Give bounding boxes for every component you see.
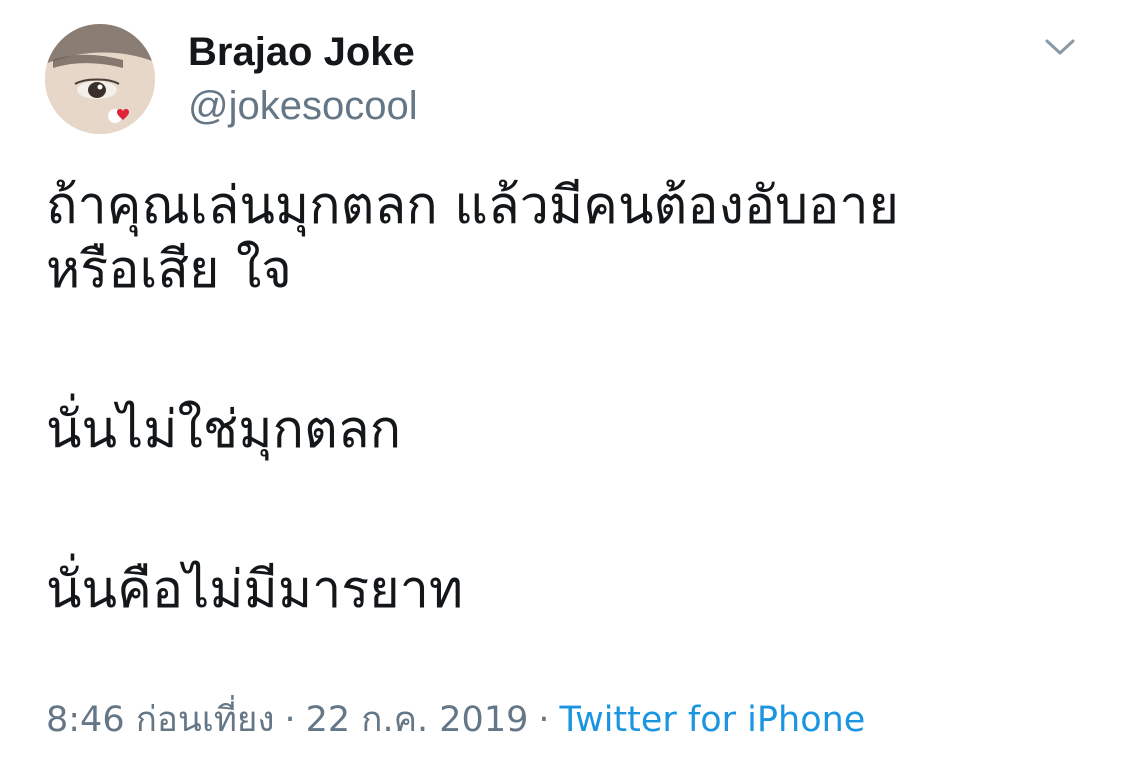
tweet-date[interactable]: 22 ก.ค. 2019 [306,700,529,740]
tweet-menu-button[interactable] [1040,30,1080,64]
meta-separator: · [284,700,296,740]
tweet-time[interactable]: 8:46 ก่อนเที่ยง [46,700,275,740]
tweet-source-link[interactable]: Twitter for iPhone [560,700,866,740]
tweet-line: หรือเสีย ใจ [46,240,292,300]
tweet-text: ถ้าคุณเล่นมุกตลก แล้วมีคนต้องอับอาย หรือ… [46,174,1086,622]
avatar-image [45,24,155,134]
chevron-down-icon [1045,39,1075,55]
meta-separator: · [538,700,550,740]
author-handle[interactable]: @jokesocool [188,80,418,132]
tweet-metadata: 8:46 ก่อนเที่ยง · 22 ก.ค. 2019 · Twitter for… [46,696,865,744]
tweet-line: นั่นไม่ใช่มุกตลก [46,400,402,460]
avatar[interactable] [45,24,155,134]
tweet-line: ถ้าคุณเล่นมุกตลก แล้วมีคนต้องอับอาย [46,176,900,236]
author-display-name[interactable]: Brajao Joke [188,26,415,78]
tweet-line: นั่นคือไม่มีมารยาท [46,560,464,620]
